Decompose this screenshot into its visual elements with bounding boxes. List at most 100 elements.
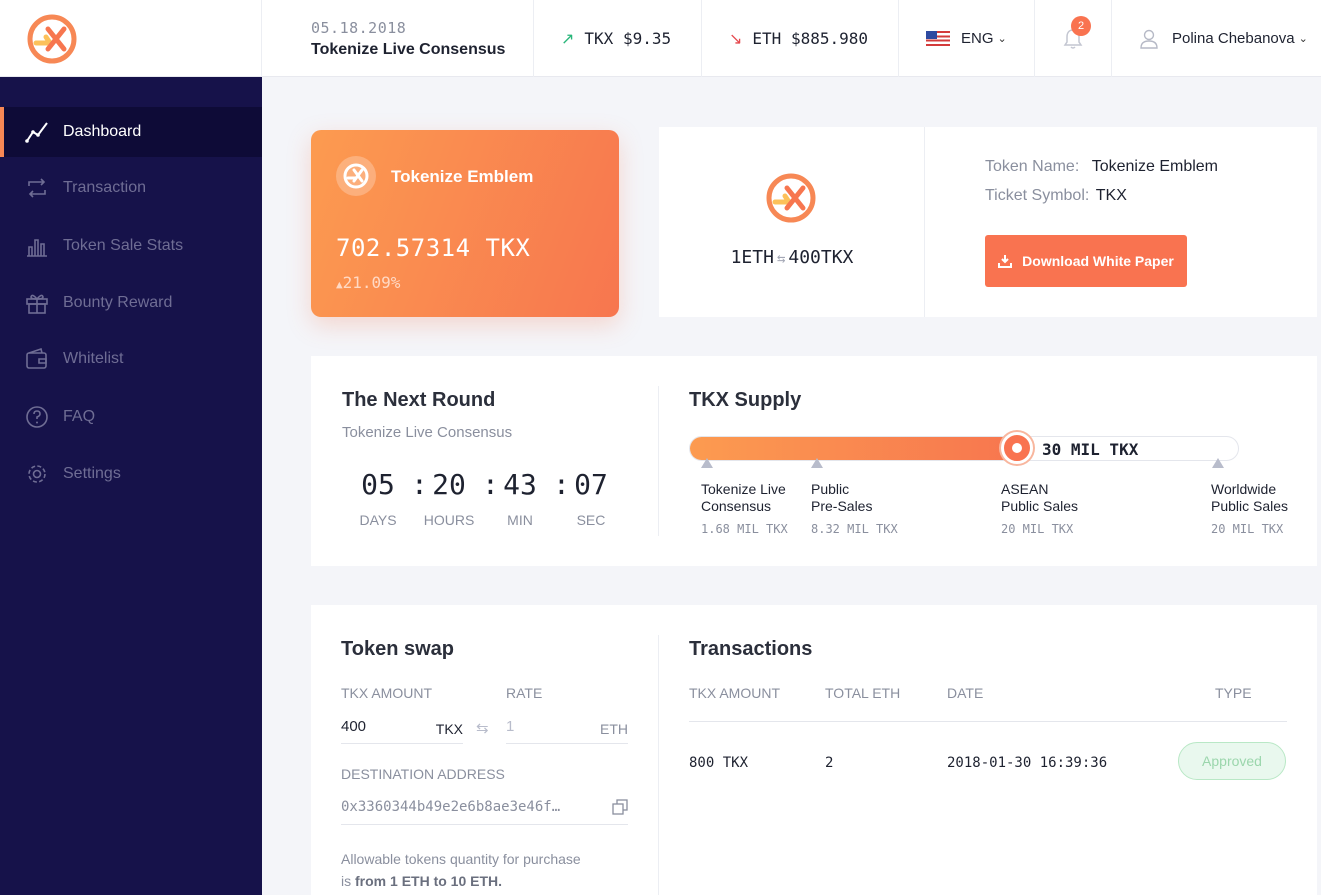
tkx-amount-label: TKX AMOUNT <box>341 685 433 701</box>
divider <box>658 635 659 895</box>
wallet-icon <box>26 348 47 369</box>
next-round-card: The Next Round Tokenize Live Consensus 0… <box>311 356 1317 566</box>
sidebar-item-bounty-reward[interactable]: Bounty Reward <box>0 278 262 328</box>
balance-change-value: 21.09% <box>342 273 401 292</box>
countdown-hours: 20 <box>432 468 466 501</box>
milestone-value: 20 MIL TKX <box>1001 522 1074 536</box>
user-name: Polina Chebanova <box>1172 30 1295 47</box>
balance-card: Tokenize Emblem 702.57314 TKX ▲21.09% <box>311 130 619 317</box>
sidebar-item-label: Whitelist <box>63 350 124 367</box>
token-balance: 702.57314 TKX <box>336 234 531 262</box>
chevron-down-icon: ⌄ <box>1298 33 1308 45</box>
milestone-value: 20 MIL TKX <box>1211 522 1284 536</box>
countdown-seconds-label: SEC <box>576 512 606 528</box>
column-header: TKX AMOUNT <box>689 685 781 701</box>
user-menu[interactable]: Polina Chebanova ⌄ <box>1112 0 1321 77</box>
hint-range: from 1 ETH to 10 ETH. <box>355 873 503 889</box>
language-label: ENG <box>961 30 994 47</box>
tokenize-logo-icon <box>766 173 816 223</box>
copy-icon[interactable] <box>612 799 628 815</box>
cell-eth: 2 <box>825 755 834 771</box>
transactions-title: Transactions <box>689 638 813 660</box>
supply-progress-fill <box>690 437 1019 460</box>
sidebar-item-transaction[interactable]: Transaction <box>0 163 262 213</box>
milestone-name: Public Pre-Sales <box>811 481 873 514</box>
sidebar-item-faq[interactable]: FAQ <box>0 392 262 442</box>
column-header: TYPE <box>1215 685 1252 701</box>
countdown-days-label: DAYS <box>359 512 397 528</box>
supply-current: 30 MIL TKX <box>1042 440 1139 459</box>
next-round-subtitle: Tokenize Live Consensus <box>342 424 513 441</box>
caret-up-icon: ▲ <box>336 278 343 291</box>
sidebar-item-label: Transaction <box>63 179 146 196</box>
token-name-row: Token Name: Tokenize Emblem <box>985 158 1218 176</box>
download-white-paper-button[interactable]: Download White Paper <box>985 235 1187 287</box>
countdown-hours-label: HOURS <box>423 512 475 528</box>
hint-text: Allowable tokens quantity for purchase <box>341 851 581 867</box>
countdown-days: 05 <box>361 468 395 501</box>
milestone-name: Tokenize Live Consensus <box>701 481 786 514</box>
column-header: TOTAL ETH <box>825 685 901 701</box>
token-symbol-value: TKX <box>1095 187 1127 204</box>
table-divider <box>689 721 1287 722</box>
sidebar-item-settings[interactable]: Settings <box>0 449 262 499</box>
logo-area <box>0 0 262 77</box>
sidebar-item-label: Bounty Reward <box>63 294 173 311</box>
us-flag-icon <box>926 31 950 46</box>
supply-progress-track <box>689 436 1239 461</box>
download-icon <box>998 255 1013 268</box>
token-info-card: 1ETH ⇆ 400TKX Token Name: Tokenize Emblem … <box>659 127 1317 317</box>
countdown-minutes: 43 <box>503 468 537 501</box>
balance-change: ▲21.09% <box>336 273 400 292</box>
token-symbol-row: Ticket Symbol: TKX <box>985 187 1127 205</box>
gear-icon <box>28 465 46 483</box>
sidebar-item-whitelist[interactable]: Whitelist <box>0 334 262 384</box>
sidebar-item-label: FAQ <box>63 408 96 425</box>
exchange-rate-panel: 1ETH ⇆ 400TKX <box>659 127 925 317</box>
rate-eth: 1ETH <box>730 247 774 268</box>
event-date: 05.18.2018 <box>311 18 407 37</box>
rate-unit: ETH <box>600 721 628 737</box>
token-swap-card: Token swap TKX AMOUNT RATE 400 TKX ⇆ 1 E… <box>311 605 1317 895</box>
chart-line-icon <box>25 122 48 143</box>
cell-amount: 800 TKX <box>689 755 749 771</box>
status-badge: Approved <box>1178 742 1286 780</box>
token-symbol-label: Ticket Symbol: <box>985 187 1090 204</box>
destination-address-label: DESTINATION ADDRESS <box>341 766 505 782</box>
milestone-value: 8.32 MIL TKX <box>811 522 898 536</box>
supply-title: TKX Supply <box>689 389 802 411</box>
token-name-label: Token Name: <box>985 158 1080 175</box>
sidebar: Dashboard Transaction Token Sale Stats B… <box>0 77 262 895</box>
eth-price: ETH $885.980 <box>752 29 868 48</box>
event-title: Tokenize Live Consensus <box>311 40 506 58</box>
supply-progress-knob[interactable] <box>1001 432 1033 464</box>
tkx-price-ticker: ↗ TKX $9.35 <box>534 0 702 77</box>
notification-badge: 2 <box>1071 16 1091 36</box>
language-selector[interactable]: ENG ⌄ <box>899 0 1035 77</box>
milestone-marker-icon <box>811 458 823 468</box>
sidebar-item-label: Dashboard <box>63 123 142 140</box>
trend-down-icon: ↘ <box>729 30 743 48</box>
next-round-title: The Next Round <box>342 389 496 411</box>
user-icon <box>1140 29 1158 49</box>
hint-is: is <box>341 873 352 889</box>
notifications-button[interactable]: 2 <box>1035 0 1112 77</box>
milestone-name: Worldwide Public Sales <box>1211 481 1289 514</box>
countdown-seconds: 07 <box>574 468 608 501</box>
rate-input[interactable]: 1 ETH <box>506 712 628 744</box>
download-label: Download White Paper <box>1022 253 1174 269</box>
sidebar-item-token-sale-stats[interactable]: Token Sale Stats <box>0 221 262 271</box>
gift-icon <box>26 294 48 314</box>
repeat-icon <box>28 178 46 198</box>
tokenize-logo-icon[interactable] <box>26 13 78 65</box>
chevron-down-icon: ⌄ <box>997 33 1007 45</box>
rate-placeholder: 1 <box>506 718 515 735</box>
sidebar-item-dashboard[interactable]: Dashboard <box>0 107 262 157</box>
milestone-marker-icon <box>701 458 713 468</box>
swap-arrows-icon: ⇆ <box>476 720 489 737</box>
top-header: 05.18.2018 Tokenize Live Consensus ↗ TKX… <box>0 0 1321 77</box>
eth-price-ticker: ↘ ETH $885.980 <box>702 0 899 77</box>
tkx-amount-input[interactable]: 400 TKX <box>341 712 463 744</box>
destination-address-input[interactable]: 0x3360344b49e2e6b8ae3e46f… <box>341 793 628 825</box>
rate-tkx: 400TKX <box>788 247 854 268</box>
